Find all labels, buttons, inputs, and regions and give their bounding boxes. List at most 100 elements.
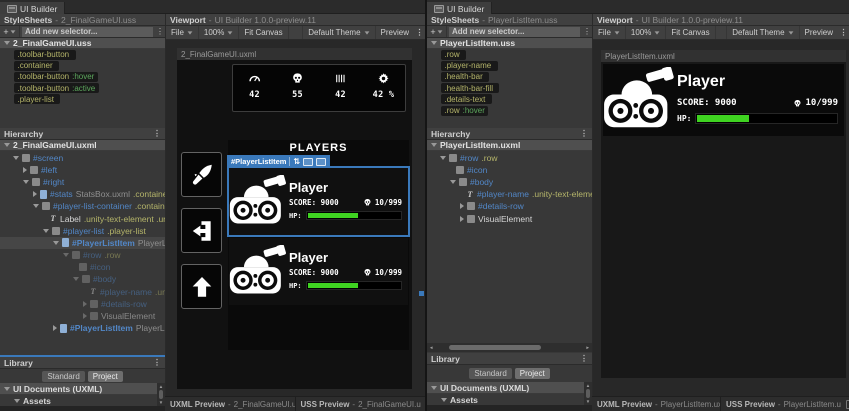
tab-standard[interactable]: Standard	[469, 367, 512, 379]
expander-icon[interactable]	[83, 300, 87, 307]
theme-select[interactable]: Default Theme	[302, 26, 376, 39]
uss-selector[interactable]: .health-bar-fill	[427, 83, 592, 94]
tag-button-icon[interactable]	[303, 157, 314, 166]
scroll-up-icon[interactable]: ▲	[159, 384, 163, 389]
pane-menu-icon[interactable]: ⋮	[153, 129, 161, 138]
reorder-icon[interactable]: ⇅	[293, 157, 300, 166]
expander-icon[interactable]	[53, 240, 59, 245]
library-section-assets[interactable]: Assets	[0, 395, 165, 406]
tab-standard[interactable]: Standard	[42, 370, 85, 382]
add-selector-button[interactable]: +	[427, 26, 447, 37]
hierarchy-row[interactable]: #body	[0, 273, 165, 285]
expander-icon[interactable]	[63, 253, 69, 258]
expander-icon[interactable]	[13, 155, 19, 160]
hierarchy-row[interactable]: #player-list-container.container	[0, 200, 165, 212]
uxml-preview-bar[interactable]: UXML Preview - PlayerListItem.uxml ↗	[592, 397, 720, 411]
uss-selector[interactable]: .container	[0, 60, 165, 71]
up-arrow-button[interactable]	[181, 264, 222, 309]
expander-icon[interactable]	[460, 215, 464, 222]
game-canvas[interactable]: 42 55 42 42 % PLAYERS #PlayerListItem ⇅	[177, 60, 412, 389]
fireball-button[interactable]	[181, 152, 222, 197]
hierarchy-row[interactable]: #left	[0, 164, 165, 176]
expander-icon[interactable]	[73, 277, 79, 282]
canvas-title[interactable]: 2_FinalGameUI.uxml	[177, 48, 412, 60]
pane-menu-icon[interactable]: ⋮	[580, 129, 588, 138]
uss-selector[interactable]: .details-text	[427, 94, 592, 105]
expander-icon[interactable]	[23, 179, 29, 184]
uss-preview-bar[interactable]: USS Preview - 2_FinalGameUI.u	[294, 397, 426, 411]
tab-project[interactable]: Project	[514, 367, 550, 379]
scroll-down-icon[interactable]: ▼	[159, 400, 163, 405]
expander-icon[interactable]	[460, 203, 464, 210]
stylesheet-root-row[interactable]: PlayerListItem.uss	[427, 38, 592, 49]
uss-preview-bar[interactable]: USS Preview - PlayerListItem.u ↗	[720, 397, 849, 411]
scroll-up-icon[interactable]: ▲	[586, 383, 590, 388]
stats-box[interactable]: 42 55 42 42 %	[232, 64, 406, 112]
uss-selector[interactable]: .row:hover	[427, 105, 592, 116]
uss-selector[interactable]: .toolbar-button	[0, 49, 165, 60]
add-selector-button[interactable]: +	[0, 26, 20, 37]
component-canvas[interactable]: Player SCORE: 9000 10/999 HP:	[601, 62, 846, 378]
tag-button-icon[interactable]	[316, 157, 327, 166]
hierarchy-root-row[interactable]: PlayerListItem.uxml	[427, 140, 592, 151]
fit-canvas-button[interactable]: Fit Canvas	[666, 26, 716, 39]
hierarchy-row[interactable]: #player-list .player-list	[0, 225, 165, 237]
add-selector-input[interactable]: Add new selector...	[449, 26, 580, 37]
scrollbar-thumb[interactable]	[449, 345, 542, 350]
zoom-select[interactable]: 100%	[626, 26, 667, 39]
selection-resize-handle[interactable]	[419, 291, 424, 296]
hierarchy-row[interactable]: #row .row	[427, 152, 592, 164]
expander-icon[interactable]	[431, 143, 437, 147]
player-list-item[interactable]: Player SCORE: 9000 10/999 HP:	[229, 238, 408, 305]
fit-canvas-button[interactable]: Fit Canvas	[239, 26, 289, 39]
scroll-right-icon[interactable]: ►	[586, 345, 590, 350]
hierarchy-row[interactable]: #PlayerListItemPlayerListItem.u	[0, 322, 165, 334]
player-list-panel[interactable]: PLAYERS #PlayerListItem ⇅ Player SCORE: …	[227, 140, 410, 350]
hierarchy-row[interactable]: T#player-name.unity-text-	[0, 286, 165, 298]
library-section-uidocuments[interactable]: UI Documents (UXML)	[427, 382, 592, 394]
hierarchy-row[interactable]: TLabel.unity-text-element .unity-	[0, 212, 165, 224]
hierarchy-row[interactable]: VisualElement	[427, 212, 592, 224]
expander-icon[interactable]	[431, 385, 437, 390]
pane-menu-icon[interactable]: ⋮	[153, 358, 161, 367]
uss-selector[interactable]: .toolbar-button:active	[0, 83, 165, 94]
library-section-assets[interactable]: Assets	[427, 394, 592, 405]
pane-menu-icon[interactable]: ⋮	[838, 26, 849, 39]
hierarchy-row[interactable]: #right	[0, 176, 165, 188]
file-menu-button[interactable]: File	[593, 26, 626, 39]
expander-icon[interactable]	[431, 41, 437, 45]
expander-icon[interactable]	[440, 155, 446, 160]
scroll-down-icon[interactable]: ▼	[586, 399, 590, 404]
hierarchy-row[interactable]: #details-row	[0, 298, 165, 310]
expander-icon[interactable]	[4, 386, 10, 391]
expander-icon[interactable]	[33, 191, 37, 198]
pane-menu-icon[interactable]: ⋮	[582, 27, 592, 36]
stylesheet-root-row[interactable]: 2_FinalGameUI.uss	[0, 38, 165, 49]
pane-menu-icon[interactable]: ⋮	[580, 354, 588, 363]
library-section-uidocuments[interactable]: UI Documents (UXML)	[0, 383, 165, 395]
hierarchy-row[interactable]: VisualElement	[0, 310, 165, 322]
preview-toggle[interactable]: Preview	[376, 26, 414, 39]
expander-icon[interactable]	[43, 228, 49, 233]
expander-icon[interactable]	[4, 41, 10, 45]
hierarchy-row[interactable]: #icon	[0, 261, 165, 273]
expander-icon[interactable]	[4, 143, 10, 147]
hierarchy-row[interactable]: #body	[427, 176, 592, 188]
hierarchy-root-row[interactable]: 2_FinalGameUI.uxml	[0, 140, 165, 151]
expander-icon[interactable]	[33, 204, 39, 209]
pane-menu-icon[interactable]: ⋮	[414, 26, 425, 39]
vertical-scrollbar[interactable]: ▲ ▼	[157, 383, 165, 406]
expander-icon[interactable]	[23, 166, 27, 173]
vertical-scrollbar[interactable]: ▲ ▼	[584, 382, 592, 405]
expander-icon[interactable]	[83, 313, 87, 320]
hierarchy-row[interactable]: #statsStatsBox.uxml.container	[0, 188, 165, 200]
selection-tag[interactable]: #PlayerListItem ⇅	[227, 155, 331, 168]
hierarchy-row-selected[interactable]: #PlayerListItemPlayerListItem.u	[0, 236, 165, 249]
hierarchy-row[interactable]: T#player-name.unity-text-element .u	[427, 188, 592, 200]
canvas-title[interactable]: PlayerListItem.uxml	[601, 50, 846, 62]
hierarchy-row[interactable]: #icon	[427, 164, 592, 176]
exit-button[interactable]	[181, 208, 222, 253]
uss-selector[interactable]: .player-list	[0, 94, 165, 105]
player-list-item[interactable]: Player SCORE: 9000 10/999 HP:	[603, 64, 844, 136]
uss-selector[interactable]: .health-bar	[427, 71, 592, 82]
